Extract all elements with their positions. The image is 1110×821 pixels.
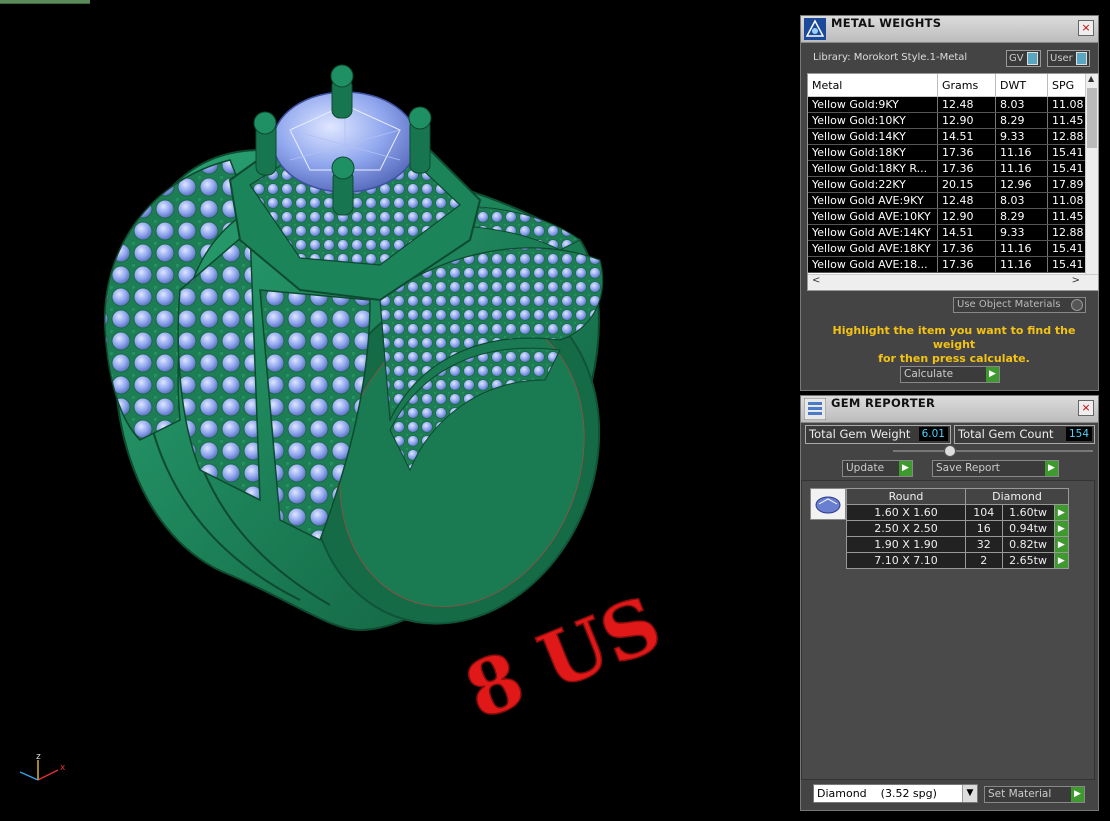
table-row[interactable]: Yellow Gold:14KY 14.51 9.33 12.88 <box>808 128 1097 145</box>
material-select-value: Diamond (3.52 spg) <box>817 787 937 800</box>
set-material-button[interactable]: Set Material ▶ <box>984 786 1085 803</box>
gem-table: Round Diamond 1.60 X 1.60 104 1.60tw ▶ 2.5… <box>846 488 1070 569</box>
user-toggle-label: User <box>1050 53 1073 64</box>
scroll-up-icon[interactable]: ▲ <box>1088 74 1094 83</box>
scroll-right-icon[interactable]: > <box>1072 275 1080 286</box>
update-button[interactable]: Update ▶ <box>842 460 913 477</box>
3d-viewport[interactable]: 8 US x z <box>0 0 797 821</box>
use-object-materials-label: Use Object Materials <box>957 299 1061 310</box>
close-icon[interactable]: × <box>1078 20 1094 36</box>
table-row[interactable]: 1.90 X 1.90 32 0.82tw ▶ <box>846 536 1070 553</box>
user-toggle[interactable]: User <box>1047 50 1090 67</box>
instruction-text: Highlight the item you want to find the … <box>813 324 1095 366</box>
col-shape: Round <box>846 488 966 505</box>
table-row[interactable]: 7.10 X 7.10 2 2.65tw ▶ <box>846 552 1070 569</box>
material-select[interactable]: Diamond (3.52 spg) ▼ <box>813 784 978 803</box>
col-dwt[interactable]: DWT <box>995 74 1048 97</box>
table-row[interactable]: Yellow Gold:18KY 17.36 11.16 15.41 <box>808 144 1097 161</box>
axis-z-label: z <box>36 752 41 762</box>
table-row[interactable]: Yellow Gold AVE:18KY 17.36 11.16 15.41 <box>808 240 1097 257</box>
metal-weights-table: Metal Grams DWT SPG Yellow Gold:9KY 12.48… <box>808 74 1097 273</box>
use-object-materials-toggle[interactable]: Use Object Materials <box>953 297 1086 313</box>
chevron-down-icon[interactable]: ▼ <box>962 785 977 802</box>
scroll-left-icon[interactable]: < <box>812 275 820 286</box>
table-row[interactable]: Yellow Gold:9KY 12.48 8.03 11.08 <box>808 96 1097 113</box>
total-gem-weight-label: Total Gem Weight <box>809 427 911 441</box>
table-row[interactable]: Yellow Gold AVE:10KY 12.90 8.29 11.45 <box>808 208 1097 225</box>
total-gem-weight: Total Gem Weight 6.01 <box>805 425 951 444</box>
vertical-scrollbar[interactable]: ▲ <box>1085 74 1098 274</box>
instruction-line-1: Highlight the item you want to find the … <box>832 324 1076 351</box>
play-icon[interactable]: ▶ <box>1053 536 1070 553</box>
scrollbar-thumb[interactable] <box>1087 88 1097 148</box>
table-row[interactable]: Yellow Gold:22KY 20.15 12.96 17.89 <box>808 176 1097 193</box>
table-row[interactable]: 1.60 X 1.60 104 1.60tw ▶ <box>846 504 1070 521</box>
table-row[interactable]: Yellow Gold:10KY 12.90 8.29 11.45 <box>808 112 1097 129</box>
play-icon: ▶ <box>1045 461 1058 476</box>
library-label: Library: Morokort Style.1-Metal <box>813 52 968 63</box>
table-row[interactable]: 2.50 X 2.50 16 0.94tw ▶ <box>846 520 1070 537</box>
axis-gizmo: x z <box>19 752 66 781</box>
metal-weights-title: METAL WEIGHTS <box>831 16 942 30</box>
calculate-button[interactable]: Calculate ▶ <box>900 366 1000 383</box>
table-row[interactable]: Yellow Gold AVE:18... 17.36 11.16 15.41 <box>808 256 1097 273</box>
play-icon[interactable]: ▶ <box>1053 520 1070 537</box>
total-gem-count-label: Total Gem Count <box>958 427 1054 441</box>
col-grams[interactable]: Grams <box>937 74 996 97</box>
col-metal[interactable]: Metal <box>808 74 938 97</box>
table-row[interactable]: Yellow Gold AVE:14KY 14.51 9.33 12.88 <box>808 224 1097 241</box>
instruction-line-2: for then press calculate. <box>878 352 1030 365</box>
gem-reporter-title: GEM REPORTER <box>831 396 936 410</box>
gem-reporter-titlebar[interactable]: GEM REPORTER × <box>801 396 1098 423</box>
play-icon: ▶ <box>1071 787 1084 802</box>
play-icon[interactable]: ▶ <box>1053 504 1070 521</box>
play-icon: ▶ <box>899 461 912 476</box>
metal-weights-logo-icon <box>804 18 826 40</box>
set-material-label: Set Material <box>988 788 1052 800</box>
radio-icon[interactable] <box>1071 299 1083 311</box>
toggle-knob-icon <box>1026 51 1038 65</box>
save-report-label: Save Report <box>936 462 1000 474</box>
round-gem-icon[interactable] <box>810 488 846 520</box>
metal-weights-titlebar[interactable]: METAL WEIGHTS × <box>801 16 1098 43</box>
col-stone: Diamond <box>965 488 1069 505</box>
close-icon[interactable]: × <box>1078 400 1094 416</box>
gem-reporter-logo-icon <box>804 398 826 420</box>
toggle-knob-icon <box>1075 51 1087 65</box>
table-row[interactable]: Yellow Gold:18KY R... 17.36 11.16 15.41 <box>808 160 1097 177</box>
metal-weights-panel: METAL WEIGHTS × Library: Morokort Style.… <box>800 15 1099 391</box>
save-report-button[interactable]: Save Report ▶ <box>932 460 1059 477</box>
update-label: Update <box>846 462 885 474</box>
total-gem-weight-value: 6.01 <box>918 427 948 441</box>
metal-table[interactable]: Metal Grams DWT SPG Yellow Gold:9KY 12.48… <box>807 73 1099 291</box>
splitter-line <box>893 450 1093 452</box>
gv-toggle-label: GV <box>1009 53 1024 64</box>
total-gem-count-value: 154 <box>1065 427 1092 441</box>
ring-render: 8 US <box>103 64 673 737</box>
total-gem-count: Total Gem Count 154 <box>954 425 1095 444</box>
axis-x-label: x <box>60 763 66 773</box>
splitter-handle[interactable] <box>944 445 956 457</box>
calculate-label: Calculate <box>904 368 954 380</box>
horizontal-scrollbar[interactable]: < > <box>808 274 1098 290</box>
gv-toggle[interactable]: GV <box>1006 50 1041 67</box>
table-row[interactable]: Yellow Gold AVE:9KY 12.48 8.03 11.08 <box>808 192 1097 209</box>
play-icon: ▶ <box>986 367 999 382</box>
play-icon[interactable]: ▶ <box>1053 552 1070 569</box>
